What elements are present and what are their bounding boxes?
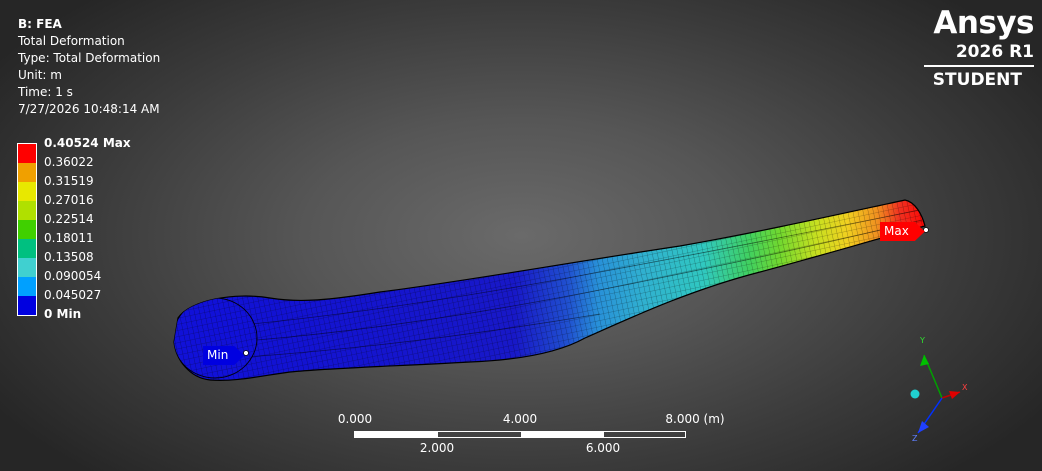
legend-swatch	[18, 201, 36, 220]
legend-value-max: 0.40524 Max	[44, 136, 131, 150]
x-axis-label: X	[962, 383, 968, 392]
legend-swatch	[18, 258, 36, 277]
legend-color-bar	[17, 143, 37, 316]
legend-swatch	[18, 239, 36, 258]
legend-swatch	[18, 296, 36, 315]
logo-edition: STUDENT	[932, 69, 1022, 90]
legend-swatch	[18, 163, 36, 182]
legend-value: 0.18011	[44, 231, 94, 245]
result-time: Time: 1 s	[18, 85, 73, 99]
legend-value: 0.090054	[44, 269, 102, 283]
legend-swatch	[18, 220, 36, 239]
y-axis-label: Y	[919, 336, 925, 345]
blade-model	[173, 199, 929, 381]
legend-value: 0.31519	[44, 174, 94, 188]
result-info: B: FEA Total Deformation Type: Total Def…	[18, 16, 160, 118]
legend-value: 0.13508	[44, 250, 94, 264]
axis-triad[interactable]: Y X Z	[902, 330, 982, 445]
legend-swatch	[18, 144, 36, 163]
legend-value: 0.22514	[44, 212, 94, 226]
isometric-view-icon[interactable]	[910, 389, 920, 399]
result-type: Type: Total Deformation	[18, 51, 161, 65]
legend-value: 0.27016	[44, 193, 94, 207]
logo-version: 2026 R1	[955, 42, 1034, 62]
z-axis-arrow-icon	[918, 421, 929, 433]
analysis-title: B: FEA	[18, 17, 62, 31]
legend-swatch	[18, 182, 36, 201]
legend-value-min: 0 Min	[44, 307, 82, 321]
result-name: Total Deformation	[18, 34, 125, 48]
legend-swatch	[18, 277, 36, 296]
logo-brand: Ansys	[933, 5, 1034, 41]
x-axis-arrow-icon	[949, 391, 960, 399]
logo-divider	[924, 65, 1034, 67]
result-unit: Unit: m	[18, 68, 62, 82]
legend-value: 0.045027	[44, 288, 102, 302]
ansys-logo: Ansys 2026 R1 STUDENT	[924, 5, 1035, 91]
z-axis-label: Z	[912, 434, 918, 443]
legend-value: 0.36022	[44, 155, 94, 169]
result-timestamp: 7/27/2026 10:48:14 AM	[18, 102, 160, 116]
